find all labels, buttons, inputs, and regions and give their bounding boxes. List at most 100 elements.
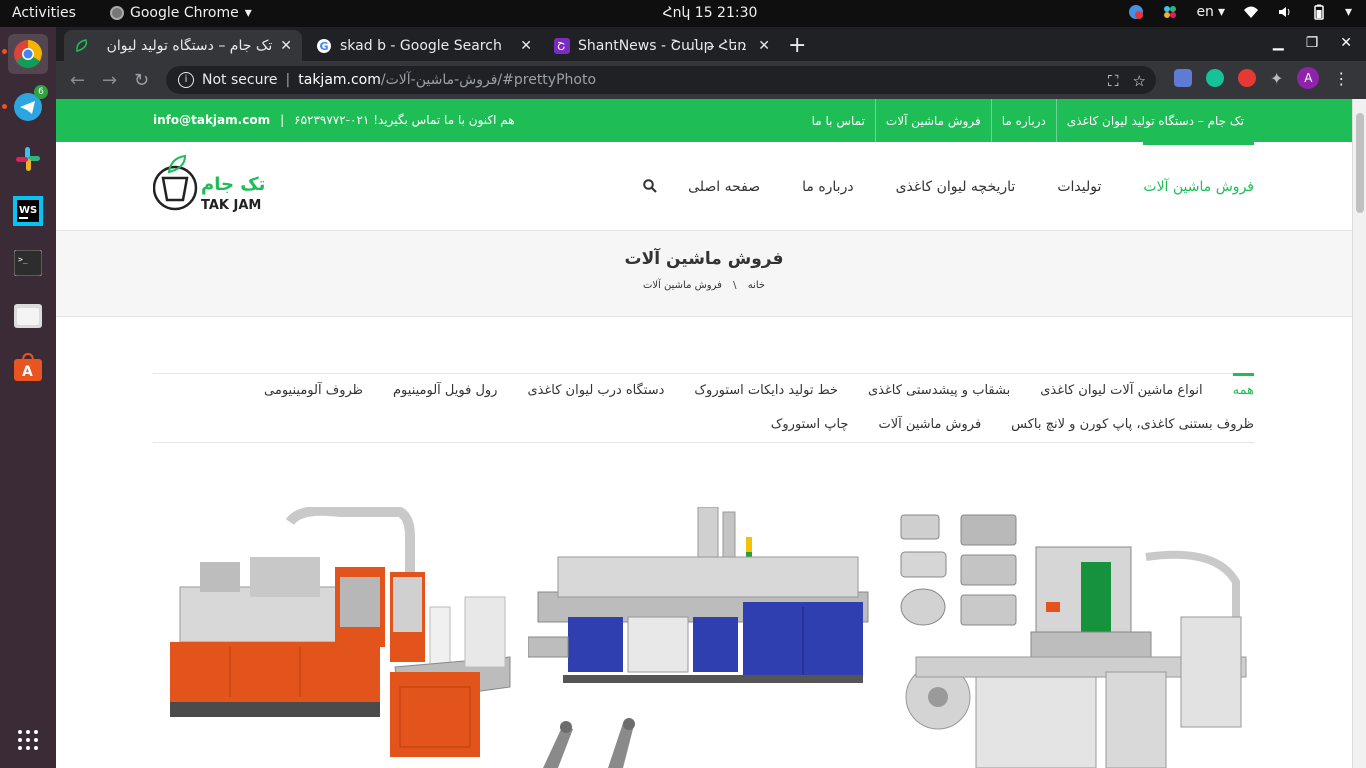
system-top-bar: Activities Google Chrome ▾ Հոկ 15 21:30 …	[0, 0, 1366, 27]
main-nav: صفحه اصلی درباره ما تاریخچه لیوان کاغذی …	[688, 142, 1254, 231]
dock-terminal[interactable]: >_	[8, 243, 48, 283]
top-menu-machinery[interactable]: فروش ماشین آلات	[874, 99, 991, 142]
svg-text:Շ: Շ	[557, 40, 565, 53]
cylinder-machine-image	[528, 715, 880, 768]
svg-text:WS: WS	[19, 205, 37, 216]
dock-files[interactable]	[8, 295, 48, 335]
security-label[interactable]: Not secure	[202, 72, 278, 88]
tab-takjam[interactable]: تک جام – دستگاه تولید لیوان ✕	[64, 30, 302, 61]
extensions-puzzle-icon[interactable]: ✦	[1270, 69, 1283, 88]
new-tab-button[interactable]: +	[788, 33, 806, 58]
contact-separator: |	[280, 113, 285, 127]
wifi-icon[interactable]	[1243, 4, 1259, 20]
system-tray[interactable]: en ▾ ▾	[1128, 4, 1352, 20]
dock-slack[interactable]	[8, 139, 48, 179]
portfolio-filters: همه انواع ماشین آلات لیوان کاغذی بشقاب و…	[153, 373, 1255, 443]
browser-window: تک جام – دستگاه تولید لیوان ✕ G skad b -…	[56, 27, 1366, 99]
app-menu[interactable]: Google Chrome ▾	[110, 5, 252, 21]
filter-die-cut-line[interactable]: خط تولید دایکات استوروک	[694, 383, 838, 398]
grammarly-extension-icon[interactable]	[1206, 69, 1224, 87]
minimize-icon[interactable]: ▁	[1273, 35, 1284, 51]
more-menu-icon[interactable]: ⋮	[1333, 69, 1349, 88]
dock-chrome[interactable]	[8, 34, 48, 74]
maximize-icon[interactable]: ❐	[1306, 35, 1319, 51]
product-image-aluminum-container-machine[interactable]	[896, 507, 1252, 768]
page-title: فروش ماشین آلات	[624, 249, 784, 269]
adblock-extension-icon[interactable]	[1238, 69, 1256, 87]
info-icon[interactable]: i	[178, 72, 194, 88]
product-image-blue-machine[interactable]	[528, 507, 880, 693]
top-menu-about[interactable]: درباره ما	[990, 99, 1056, 142]
close-icon[interactable]: ✕	[758, 38, 770, 54]
product-image-paper-cup-machine[interactable]	[160, 507, 515, 768]
aluminum-container-machine-image	[896, 507, 1252, 768]
system-clock[interactable]: Հոկ 15 21:30	[640, 5, 780, 21]
dock: 6 WS >_ A	[0, 27, 56, 768]
top-menu-home[interactable]: تک جام – دستگاه تولید لیوان کاغذی	[1055, 99, 1254, 142]
webstorm-icon: WS	[13, 196, 43, 226]
contact-phone: هم اکنون با ما تماس بگیرید! ۰۲۱-۶۵۲۳۹۷۷۲	[294, 113, 515, 127]
tab-shantnews[interactable]: Շ ShantNews - Շանթ Հեռ ✕	[544, 30, 780, 61]
notification-app-icon[interactable]	[1128, 4, 1144, 20]
bookmark-star-icon[interactable]: ☆	[1133, 72, 1146, 90]
tab-google-search[interactable]: G skad b - Google Search ✕	[306, 30, 542, 61]
volume-icon[interactable]	[1277, 4, 1293, 20]
filter-cup-lid-machine[interactable]: دستگاه درب لیوان کاغذی	[527, 383, 664, 398]
profile-avatar[interactable]: A	[1297, 67, 1320, 89]
show-apps-button[interactable]	[8, 720, 48, 760]
running-indicator	[2, 49, 7, 54]
scrollbar-thumb[interactable]	[1356, 113, 1364, 213]
filter-aluminum-foil-roll[interactable]: رول فویل آلومینیوم	[393, 383, 497, 398]
filter-all[interactable]: همه	[1232, 373, 1255, 398]
nav-machinery-sales[interactable]: فروش ماشین آلات	[1143, 142, 1254, 231]
breadcrumb-current: فروش ماشین آلات	[642, 280, 722, 291]
dock-software[interactable]: A	[8, 347, 48, 387]
app-menu-label: Google Chrome	[130, 5, 239, 21]
top-menu-contact[interactable]: تماس با ما	[802, 99, 875, 142]
nav-history[interactable]: تاریخچه لیوان کاغذی	[896, 142, 1016, 231]
chrome-icon	[14, 40, 42, 68]
nav-products[interactable]: تولیدات	[1057, 142, 1101, 231]
filter-aluminum-containers[interactable]: ظروف آلومینیومی	[264, 383, 363, 398]
paper-cup-machine-image	[160, 507, 515, 768]
activities-button[interactable]: Activities	[12, 5, 76, 21]
logo-text-en: TAK JAM	[201, 198, 261, 213]
chevron-down-icon: ▾	[244, 5, 252, 21]
google-translate-extension-icon[interactable]	[1174, 69, 1192, 87]
dock-webstorm[interactable]: WS	[8, 191, 48, 231]
product-image-cylinders[interactable]	[528, 715, 880, 768]
extensions-bar: ✦ A ⋮	[1174, 67, 1349, 89]
filter-machinery-sales[interactable]: فروش ماشین آلات	[878, 417, 981, 432]
reload-icon[interactable]: ↻	[134, 70, 149, 91]
software-store-icon: A	[14, 353, 42, 381]
close-icon[interactable]: ✕	[280, 38, 292, 54]
contact-email[interactable]: info@takjam.com	[153, 113, 270, 127]
filter-paper-plates[interactable]: بشقاب و پیشدستی کاغذی	[868, 383, 1010, 398]
translate-icon[interactable]: ⛶	[1108, 72, 1119, 90]
slack-tray-icon[interactable]	[1162, 4, 1178, 20]
back-arrow-icon[interactable]: ←	[70, 70, 85, 91]
address-bar[interactable]: i Not secure | takjam.com/فروش-ماشین-آلا…	[166, 66, 1156, 94]
filter-icecream-popcorn-lunchbox[interactable]: ظروف بستنی کاغذی، پاپ کورن و لانچ باکس	[1011, 417, 1254, 432]
nav-about[interactable]: درباره ما	[802, 142, 853, 231]
forward-arrow-icon[interactable]: →	[102, 70, 117, 91]
window-controls: ▁ ❐ ✕	[1273, 35, 1352, 51]
top-contact: هم اکنون با ما تماس بگیرید! ۰۲۱-۶۵۲۳۹۷۷۲…	[153, 113, 515, 127]
close-icon[interactable]: ✕	[520, 38, 532, 54]
takjam-logo-icon: تک جام TAK JAM	[152, 154, 265, 213]
takjam-favicon-icon	[76, 38, 88, 52]
battery-icon[interactable]	[1311, 4, 1327, 20]
close-window-icon[interactable]: ✕	[1340, 35, 1352, 51]
page-scrollbar[interactable]	[1352, 99, 1366, 768]
breadcrumb-home[interactable]: خانه	[748, 280, 765, 291]
nav-home[interactable]: صفحه اصلی	[688, 142, 760, 231]
filter-stroke-printing[interactable]: چاپ استوروک	[771, 417, 849, 432]
site-header: تک جام TAK JAM صفحه اصلی درباره ما تاریخ…	[56, 142, 1352, 231]
language-indicator[interactable]: en	[1196, 4, 1214, 20]
search-icon[interactable]	[643, 179, 657, 193]
site-logo[interactable]: تک جام TAK JAM	[152, 152, 277, 214]
dock-telegram[interactable]: 6	[8, 85, 48, 127]
top-menu: تک جام – دستگاه تولید لیوان کاغذی درباره…	[802, 99, 1254, 142]
blue-machine-image	[528, 507, 880, 693]
filter-paper-cup-machines[interactable]: انواع ماشین آلات لیوان کاغذی	[1040, 383, 1202, 398]
